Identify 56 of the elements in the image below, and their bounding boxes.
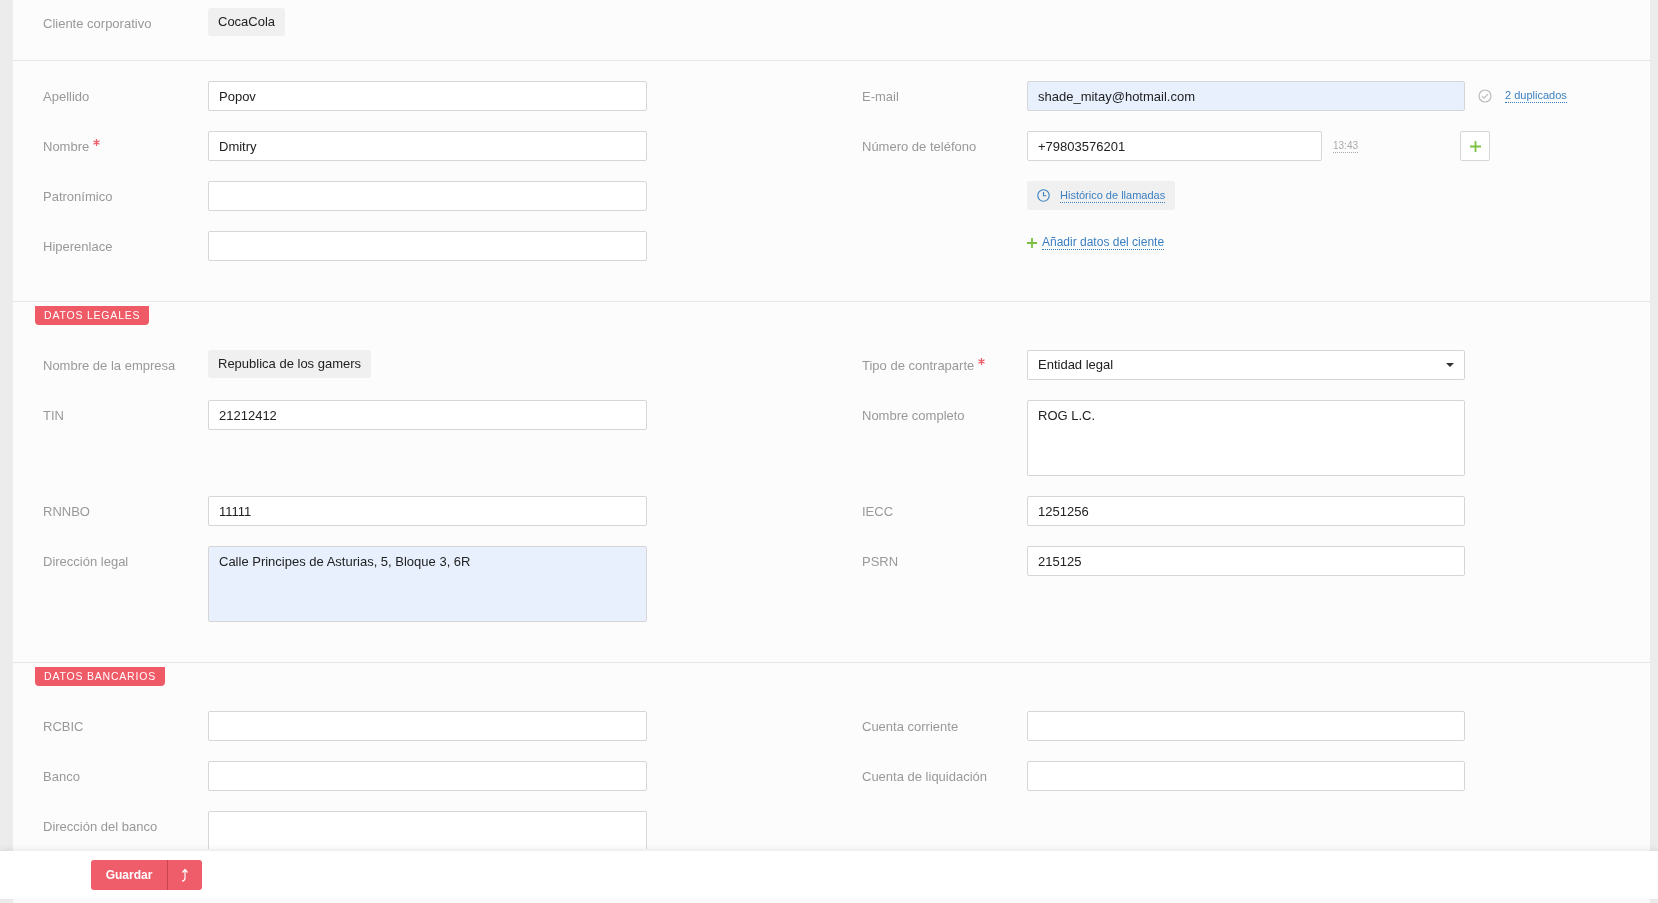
text-input[interactable]: 21212412 [208,400,647,430]
field-label: Apellido [43,88,90,106]
text-input[interactable]: 215125 [1027,546,1465,576]
type-select[interactable]: Entidad legal [1027,350,1465,380]
text-area[interactable]: Calle Principes de Asturias, 5, Bloque 3, 6R [208,546,647,622]
section-badge: DATOS BANCARIOS [35,667,165,686]
field-label: Cuenta corriente [862,718,959,736]
field-label: Nombre [43,137,101,157]
required-asterisk-icon [93,139,101,146]
text-input[interactable] [208,181,647,211]
text-input[interactable] [208,711,647,741]
field-label: Nombre completo [862,407,965,425]
add-phone-button[interactable] [1460,131,1491,161]
plus-icon [1469,140,1481,152]
curved-arrow-icon [181,868,189,882]
text-input[interactable]: 11111 [208,496,647,526]
text-area[interactable]: ROG L.C. [1027,400,1465,476]
field-label: Patronímico [43,188,113,206]
text-input[interactable] [1027,761,1465,791]
required-asterisk-icon [978,358,986,365]
field-label: Hiperenlace [43,238,113,256]
text-input[interactable] [208,231,647,261]
field-label: PSRN [862,553,899,571]
text-input[interactable]: Dmitry [208,131,647,161]
field-label: Banco [43,768,80,786]
field-label: Nombre de la empresa [43,357,176,375]
add-client-data-link[interactable]: Añadir datos del ciente [1042,235,1165,250]
text-input[interactable]: Popov [208,81,647,111]
value-chip: Republica de los gamers [208,350,372,378]
text-area[interactable] [208,811,647,849]
text-input[interactable] [208,761,647,791]
field-label: E-mail [862,88,899,106]
duplicates-link[interactable]: 2 duplicados [1505,89,1567,103]
check-circle-icon [1478,89,1492,103]
field-label: Tipo de contraparte [862,356,986,376]
field-label: Dirección del banco [43,818,158,836]
plus-icon [1027,237,1037,248]
caret-icon [1446,363,1454,367]
text-input[interactable] [1027,711,1465,741]
value-chip: CocaCola [208,8,286,36]
field-label: Dirección legal [43,553,129,571]
text-input[interactable]: 1251256 [1027,496,1465,526]
field-label: RCBIC [43,718,84,736]
field-label: Cliente corporativo [43,16,152,31]
field-label: IECC [862,503,894,521]
clock-icon [1037,189,1050,202]
field-label: TIN [43,407,64,425]
field-label: Número de teléfono [862,138,977,156]
field-label: RNNBO [43,503,90,521]
field-label: Cuenta de liquidación [862,768,988,786]
section-badge: DATOS LEGALES [35,306,150,325]
local-time: 13:43 [1333,140,1359,153]
email-input[interactable]: shade_mitay@hotmail.com [1027,81,1465,111]
phone-input[interactable]: +79803576201 [1027,131,1322,161]
save-options-button[interactable] [167,860,202,890]
call-history-button[interactable]: Histórico de llamadas [1027,181,1176,210]
